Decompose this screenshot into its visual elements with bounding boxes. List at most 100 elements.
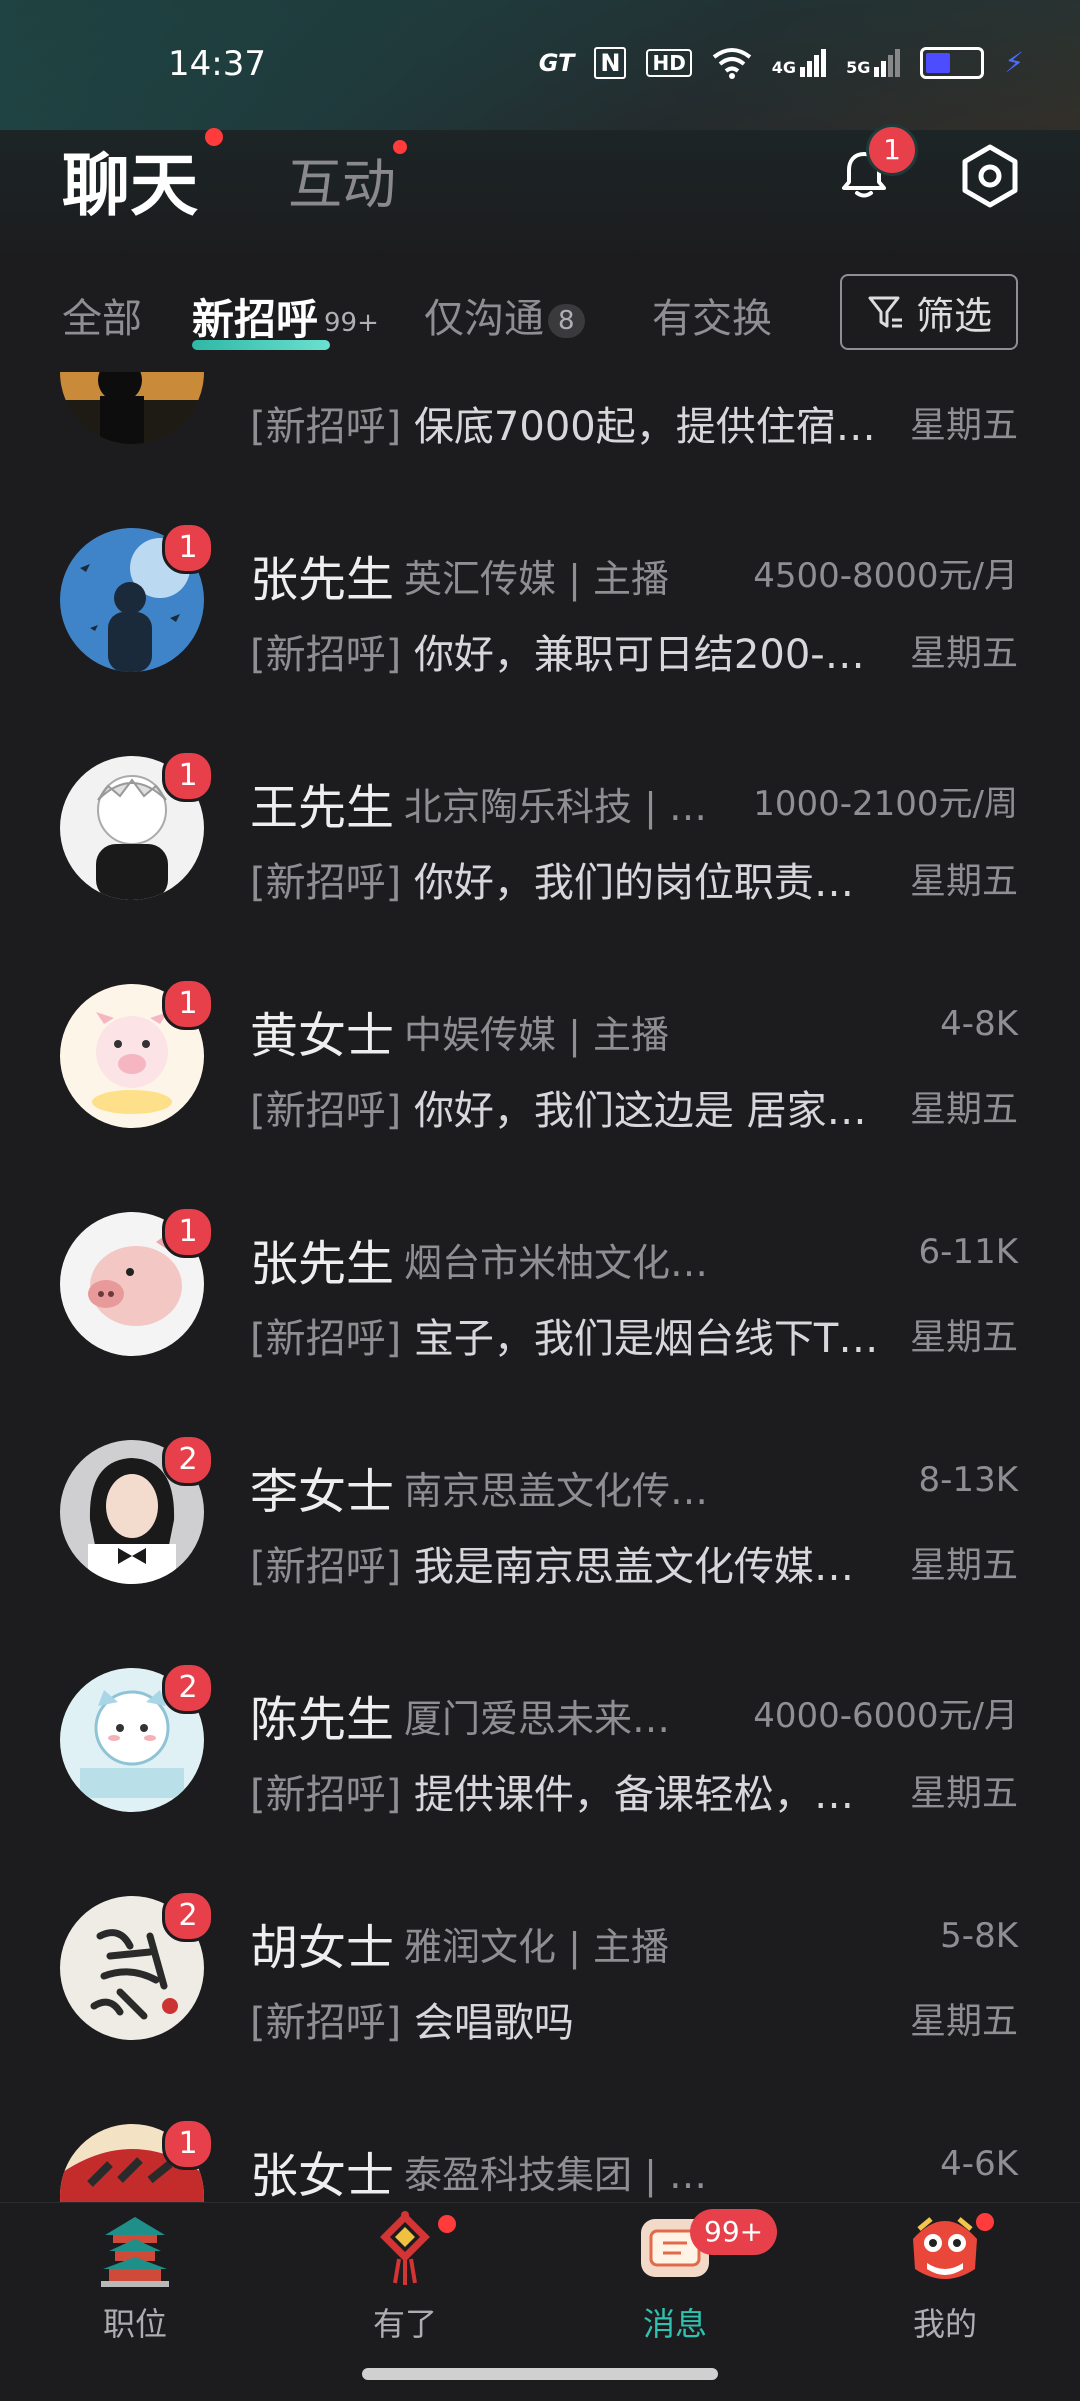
contact-name: 张女士 — [250, 2148, 395, 2202]
message-time: 星期五 — [909, 2001, 1018, 2042]
salary: 4-8K — [940, 1004, 1018, 1044]
message-time: 星期五 — [909, 1545, 1018, 1586]
salary: 8-13K — [918, 1460, 1018, 1500]
unread-badge: 2 — [162, 1434, 214, 1486]
filter-icon — [868, 296, 902, 328]
avatar — [60, 372, 204, 444]
message-time: 星期五 — [909, 1773, 1018, 1814]
chat-row[interactable]: 2 李女士 南京思盖文化传媒 | 主播 8-13K [新招呼] 我是南京思盖文化… — [0, 1410, 1080, 1638]
salary: 6-11K — [918, 1232, 1018, 1272]
wifi-icon — [712, 47, 752, 79]
nfc-icon: N — [594, 46, 627, 79]
nav-messages-badge: 99+ — [690, 2209, 778, 2255]
chinese-knot-icon — [380, 2211, 430, 2285]
nav-profile-label: 我的 — [912, 2305, 977, 2343]
message-time: 星期五 — [909, 1089, 1018, 1130]
nav-profile[interactable]: 我的 — [810, 2203, 1080, 2401]
subtab-exchanged[interactable]: 有交换 — [652, 286, 772, 344]
status-icons: GT N HD 4G 5G ⚡ — [539, 46, 1024, 79]
company-position: 北京陶乐科技 | 主播 — [404, 785, 734, 829]
subtab-chat-only[interactable]: 仅沟通 8 — [424, 286, 585, 344]
salary: 4500-8000元/月 — [753, 556, 1018, 596]
chat-row[interactable]: 1 黄女士 中娱传媒 | 主播 4-8K [新招呼] 你好，我们这边是 居家不…… — [0, 954, 1080, 1182]
chat-row[interactable]: 1 张先生 烟台市米柚文化传… | 主播 6-11K [新招呼] 宝子，我们是烟… — [0, 1182, 1080, 1410]
contact-name: 陈先生 — [250, 1692, 395, 1748]
message-time: 星期五 — [909, 405, 1018, 446]
company-position: 厦门爱思未来科技… — [404, 1697, 704, 1741]
company-position: 烟台市米柚文化传… | 主播 — [404, 1241, 734, 1285]
unread-badge: 2 — [162, 1662, 214, 1714]
unread-badge: 1 — [162, 750, 214, 802]
contact-name: 王先生 — [250, 780, 395, 836]
company-position: 南京思盖文化传媒 | 主播 — [404, 1469, 734, 1513]
contact-name: 张先生 — [250, 552, 395, 608]
message-preview: [新招呼] 你好，我们的岗位职责是… — [250, 860, 890, 906]
message-preview: [新招呼] 宝子，我们是烟台线下TO… — [250, 1316, 890, 1362]
nav-profile-dot — [976, 2213, 994, 2231]
company-position: 雅润文化 | 主播 — [404, 1925, 669, 1969]
nav-messages-label: 消息 — [642, 2305, 707, 2343]
message-preview: [新招呼] 提供课件，备课轻松，时… — [250, 1772, 890, 1818]
lion-head-icon — [913, 2217, 977, 2279]
chat-row[interactable]: [新招呼] 保底7000起，提供住宿，… 星期五 — [0, 372, 1080, 498]
chat-list: [新招呼] 保底7000起，提供住宿，… 星期五 1 张先生 英汇传媒 | 主播… — [0, 372, 1080, 2202]
subtab-chat-only-label: 仅沟通 — [424, 296, 544, 342]
subtab-selected-indicator — [192, 340, 330, 350]
contact-name: 黄女士 — [250, 1008, 395, 1064]
hd-icon: HD — [646, 48, 692, 77]
chat-row[interactable]: 1 王先生 北京陶乐科技 | 主播 1000-2100元/周 [新招呼] 你好，… — [0, 726, 1080, 954]
unread-badge: 1 — [162, 978, 214, 1030]
status-time: 14:37 — [168, 44, 266, 84]
tab-interaction-dot — [393, 140, 407, 154]
gt-icon: GT — [538, 48, 575, 77]
signal-4g-icon: 4G — [772, 48, 827, 77]
nav-jobs-label: 职位 — [102, 2305, 167, 2343]
salary: 4-6K — [940, 2144, 1018, 2184]
unread-badge: 2 — [162, 1890, 214, 1942]
notification-badge: 1 — [866, 124, 918, 176]
salary: 1000-2100元/周 — [753, 784, 1018, 824]
nav-youle-dot — [438, 2215, 456, 2233]
salary: 5-8K — [940, 1916, 1018, 1956]
chat-row[interactable]: 2 陈先生 厦门爱思未来科技… 4000-6000元/月 [新招呼] 提供课件，… — [0, 1638, 1080, 1866]
settings-icon[interactable] — [958, 144, 1022, 208]
subtab-new-greetings-count: 99+ — [324, 307, 379, 338]
message-time: 星期五 — [909, 861, 1018, 902]
subtab-new-greetings-label: 新招呼 — [192, 295, 319, 344]
salary: 4000-6000元/月 — [753, 1696, 1018, 1736]
contact-name: 胡女士 — [250, 1920, 395, 1976]
message-preview: [新招呼] 会唱歌吗 — [250, 2000, 574, 2046]
chat-row[interactable]: 2 胡女士 雅润文化 | 主播 5-8K [新招呼] 会唱歌吗 星期五 — [0, 1866, 1080, 2094]
message-preview: [新招呼] 我是南京思盖文化传媒的… — [250, 1544, 890, 1590]
unread-badge: 1 — [162, 522, 214, 574]
message-preview: [新招呼] 你好，兼职可日结200-30… — [250, 632, 890, 678]
message-preview: [新招呼] 你好，我们这边是 居家不… — [250, 1088, 890, 1134]
charging-icon: ⚡ — [1004, 46, 1024, 79]
company-position: 中娱传媒 | 主播 — [404, 1013, 669, 1057]
chat-row[interactable]: 1 张女士 泰盈科技集团 | 客服专员 4-6K — [0, 2094, 1080, 2202]
filter-button[interactable]: 筛选 — [840, 274, 1018, 350]
contact-name: 李女士 — [250, 1464, 395, 1520]
battery-icon — [920, 46, 985, 79]
subtab-exchanged-label: 有交换 — [652, 296, 772, 342]
company-position: 泰盈科技集团 | 客服专员 — [404, 2153, 734, 2197]
signal-5g-icon: 5G — [846, 48, 901, 77]
message-time: 星期五 — [909, 633, 1018, 674]
tab-interaction[interactable]: 互动 — [288, 140, 396, 219]
home-indicator[interactable] — [362, 2368, 718, 2380]
temple-icon — [101, 2217, 169, 2287]
subtab-all-label: 全部 — [62, 296, 142, 342]
message-preview: [新招呼] 保底7000起，提供住宿，… — [250, 404, 890, 450]
nav-jobs[interactable]: 职位 — [0, 2203, 270, 2401]
unread-badge: 1 — [162, 1206, 214, 1258]
nav-youle-label: 有了 — [372, 2305, 437, 2343]
filter-label: 筛选 — [915, 293, 992, 338]
tab-chat-dot — [205, 128, 223, 146]
unread-badge: 1 — [162, 2118, 214, 2170]
contact-name: 张先生 — [250, 1236, 395, 1292]
subtab-all[interactable]: 全部 — [62, 286, 142, 344]
chat-row[interactable]: 1 张先生 英汇传媒 | 主播 4500-8000元/月 [新招呼] 你好，兼职… — [0, 498, 1080, 726]
subtab-new-greetings[interactable]: 新招呼 99+ — [192, 286, 381, 347]
tab-chat[interactable]: 聊天 — [62, 130, 198, 229]
message-time: 星期五 — [909, 1317, 1018, 1358]
